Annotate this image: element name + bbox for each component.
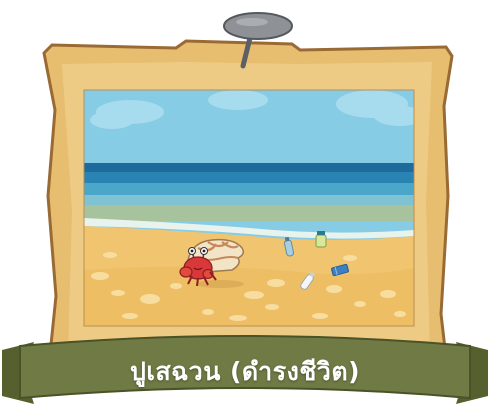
- caption-ribbon: [2, 335, 488, 404]
- shallow-water: [84, 205, 414, 221]
- beach-photo: [84, 90, 414, 326]
- sea-band: [84, 172, 414, 183]
- sea-band: [84, 195, 414, 205]
- card-illustration: [2, 12, 488, 404]
- glass-jar-icon: [315, 231, 327, 248]
- sea-band: [84, 163, 414, 172]
- sea-band: [84, 183, 414, 195]
